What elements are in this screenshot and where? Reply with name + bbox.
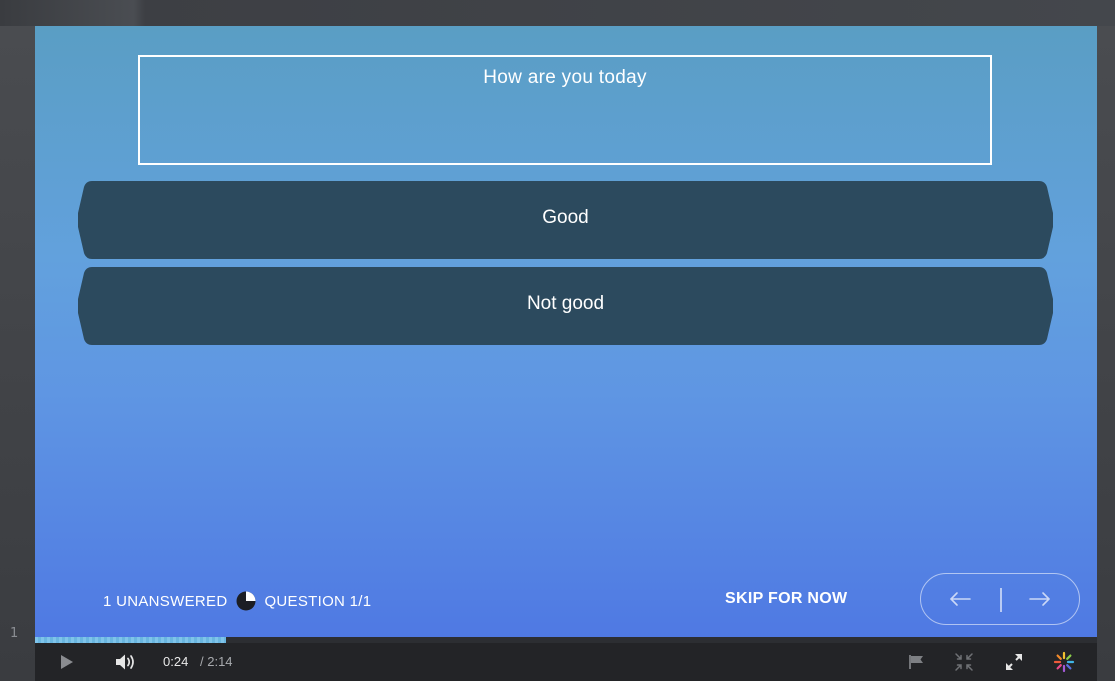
next-question-button[interactable] — [1005, 574, 1075, 624]
flag-icon — [909, 655, 923, 669]
arrow-right-icon — [1029, 592, 1051, 606]
left-frame — [0, 26, 35, 681]
brand-logo-button[interactable] — [1051, 643, 1077, 681]
volume-button[interactable] — [113, 643, 139, 681]
player-controls: 0:24 / 2:14 — [35, 643, 1097, 681]
answer-label: Good — [542, 207, 589, 228]
skip-for-now-button[interactable]: SKIP FOR NOW — [725, 590, 847, 608]
quiz-status: 1 UNANSWERED QUESTION 1/1 — [103, 590, 371, 612]
question-box: How are you today — [138, 55, 992, 165]
play-icon — [61, 655, 73, 669]
play-button[interactable] — [55, 643, 79, 681]
progress-pie-icon — [236, 591, 256, 611]
previous-question-button[interactable] — [925, 574, 995, 624]
fullscreen-icon — [1006, 654, 1022, 670]
total-time: / 2:14 — [200, 654, 233, 669]
unanswered-count: 1 UNANSWERED — [103, 592, 228, 610]
row-number: 1 — [10, 626, 19, 641]
nav-divider — [1000, 588, 1002, 612]
arrow-left-icon — [949, 592, 971, 606]
question-counter: QUESTION 1/1 — [264, 592, 372, 610]
shrink-icon — [955, 653, 973, 671]
top-frame — [0, 0, 1115, 26]
flag-button[interactable] — [905, 643, 929, 681]
answer-option-good[interactable]: Good — [78, 181, 1053, 259]
answer-option-not-good[interactable]: Not good — [78, 267, 1053, 345]
current-time: 0:24 — [163, 654, 189, 669]
right-frame — [1097, 26, 1115, 681]
volume-icon — [116, 654, 134, 670]
question-navigation — [920, 573, 1080, 625]
shrink-button[interactable] — [951, 643, 977, 681]
brand-logo-icon — [1053, 651, 1075, 673]
fullscreen-button[interactable] — [1001, 643, 1027, 681]
question-text: How are you today — [483, 67, 647, 88]
quiz-stage: How are you today Good Not good 1 UNANSW… — [35, 26, 1097, 637]
answer-label: Not good — [526, 293, 605, 314]
